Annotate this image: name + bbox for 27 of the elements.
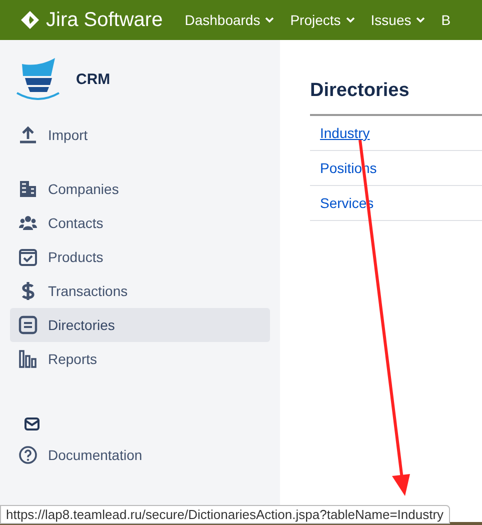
sidebar-item[interactable]: Transactions xyxy=(10,274,270,308)
sidebar-item[interactable]: Documentation xyxy=(10,438,270,472)
nav-menu[interactable]: Dashboards xyxy=(176,12,282,28)
people-icon xyxy=(18,213,38,233)
nav-menu[interactable]: B xyxy=(433,12,459,28)
help-icon xyxy=(18,445,38,465)
import-icon xyxy=(18,125,38,145)
bar-chart-icon xyxy=(18,349,38,369)
checkbox-icon xyxy=(18,247,38,267)
sidebar-item[interactable]: Contacts xyxy=(10,206,270,240)
project-logo-icon xyxy=(16,58,60,100)
building-icon xyxy=(18,179,38,199)
product-name: Jira Software xyxy=(46,8,163,32)
sidebar-item[interactable]: Companies xyxy=(10,172,270,206)
sidebar-item[interactable]: Products xyxy=(10,240,270,274)
sidebar-item[interactable]: Directories xyxy=(10,308,270,342)
sidebar-item[interactable]: Import xyxy=(10,118,270,152)
page-title: Directories xyxy=(310,80,410,102)
project-name: CRM xyxy=(76,70,110,88)
nav-menu[interactable]: Projects xyxy=(282,12,363,28)
status-url-tooltip: https://lap8.teamlead.ru/secure/DictionariesAction.jspa?tableName=Industry xyxy=(0,505,450,524)
nav-menu[interactable]: Issues xyxy=(362,12,434,28)
mail-icon[interactable] xyxy=(24,417,40,431)
sidebar-item[interactable]: Reports xyxy=(10,342,270,376)
directory-link[interactable]: Industry xyxy=(320,125,370,141)
list-icon xyxy=(18,315,38,335)
jira-logo-icon xyxy=(20,10,40,30)
